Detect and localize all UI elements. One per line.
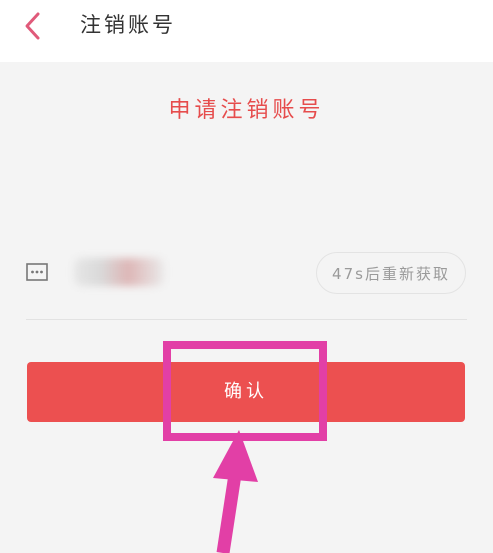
section-heading: 申请注销账号	[168, 98, 325, 123]
confirm-button[interactable]: 确认	[27, 362, 465, 422]
message-dots-icon	[26, 262, 48, 282]
verification-code-row: 47s后重新获取	[26, 248, 466, 300]
top-navigation-bar: 注销账号	[0, 0, 493, 62]
page-title: 注销账号	[80, 13, 176, 37]
divider	[26, 319, 467, 320]
phone-number-field[interactable]	[74, 258, 164, 286]
back-button[interactable]	[18, 8, 52, 44]
chevron-left-icon	[18, 8, 52, 44]
resend-code-button[interactable]: 47s后重新获取	[316, 252, 466, 294]
